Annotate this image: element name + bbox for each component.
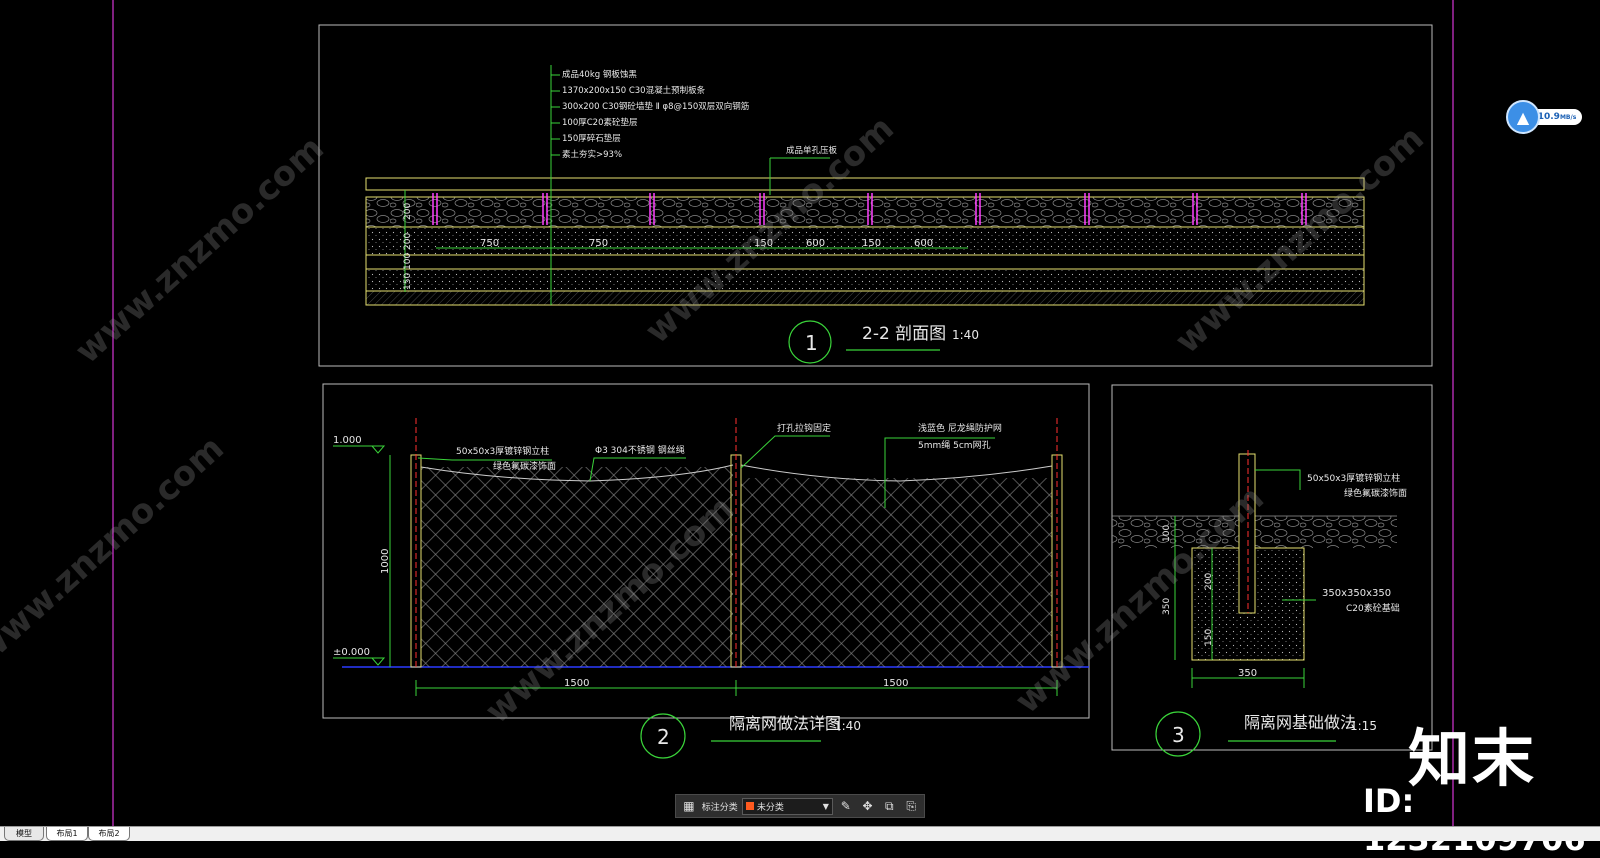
s3-found-note-1: 350x350x350 xyxy=(1322,588,1391,599)
s2-post-note-1: 50x50x3厚镀锌钢立柱 xyxy=(456,445,549,457)
s3-found-note-2: C20素砼基础 xyxy=(1346,602,1400,614)
s3-dim-v1: 100 xyxy=(1162,525,1172,542)
s2-post-note-2: 绿色氟碳漆饰面 xyxy=(493,460,556,472)
s2-net-note-1: 浅蓝色 尼龙绳防护网 xyxy=(918,422,1002,434)
s1-callout-3: 300x200 C30钢砼墙垫 Ⅱ φ8@150双层双向钢筋 xyxy=(562,101,749,112)
s2-level-top: 1.000 xyxy=(333,435,362,446)
s1-dim-v1: 200 xyxy=(403,203,413,220)
s1-title: 2-2 剖面图 xyxy=(862,324,946,344)
s2-span-1: 1500 xyxy=(564,678,589,689)
move-icon[interactable]: ✥ xyxy=(859,797,877,815)
section-1-detail: 成品40kg 钢板蚀黑 1370x200x150 C30混凝土预制板条 300x… xyxy=(318,24,1433,367)
s1-callout-2: 1370x200x150 C30混凝土预制板条 xyxy=(562,85,706,96)
s2-level-bottom: ±0.000 xyxy=(333,647,370,658)
cad-model-space[interactable]: 成品40kg 钢板蚀黑 1370x200x150 C30混凝土预制板条 300x… xyxy=(0,0,1600,858)
section-1-frame xyxy=(318,24,1433,367)
tab-layout-2[interactable]: 布局2 xyxy=(88,827,130,841)
section-2-detail: 1.000 ±0.000 1000 50x50x3厚镀锌钢立柱 绿色氟碳漆饰面 … xyxy=(322,383,1090,759)
s2-net-note-2: 5mm绳 5cm网孔 xyxy=(918,439,991,451)
copy-icon[interactable]: ⧉ xyxy=(880,797,898,815)
s1-dim-4: 600 xyxy=(806,238,825,249)
s2-scale: 1:40 xyxy=(834,719,861,733)
s3-post-note-1: 50x50x3厚镀锌钢立柱 xyxy=(1307,472,1400,484)
s2-height-dim: 1000 xyxy=(380,549,391,574)
s2-wire-note: Φ3 304不锈钢 钢丝绳 xyxy=(595,444,685,456)
s3-dim-v2: 200 xyxy=(1204,573,1214,590)
s2-number: 2 xyxy=(657,725,670,749)
s1-dim-2: 750 xyxy=(589,238,608,249)
s1-callout-1: 成品40kg 钢板蚀黑 xyxy=(562,69,637,80)
s3-number: 3 xyxy=(1172,723,1185,747)
rocket-icon: ▲ xyxy=(1506,100,1540,134)
s3-post-note-2: 绿色氟碳漆饰面 xyxy=(1344,487,1407,499)
paste-icon[interactable]: ⎘ xyxy=(902,797,920,815)
s1-dim-v3: 100 xyxy=(403,253,413,270)
s1-dim-6: 600 xyxy=(914,238,933,249)
tab-layout-1[interactable]: 布局1 xyxy=(46,827,88,841)
s1-scale: 1:40 xyxy=(952,328,979,342)
layout-tab-bar: 模型 布局1 布局2 xyxy=(0,826,1600,841)
s1-dim-5: 150 xyxy=(862,238,881,249)
grid-icon[interactable]: ▦ xyxy=(680,797,698,815)
cad-drawing: 成品40kg 钢板蚀黑 1370x200x150 C30混凝土预制板条 300x… xyxy=(112,0,1454,826)
s2-span-2: 1500 xyxy=(883,678,908,689)
edit-icon[interactable]: ✎ xyxy=(837,797,855,815)
chevron-down-icon: ▼ xyxy=(822,801,829,811)
resource-id: ID: 1232109706 xyxy=(1363,782,1586,858)
s3-title: 隔离网基础做法 xyxy=(1244,713,1356,732)
category-color-swatch xyxy=(745,802,754,810)
tab-model[interactable]: 模型 xyxy=(4,827,44,841)
category-select[interactable]: 未分类 ▼ xyxy=(741,797,833,815)
s1-dim-1: 750 xyxy=(480,238,499,249)
s1-dim-v2: 200 xyxy=(403,233,413,250)
s1-callout-5: 150厚碎石垫层 xyxy=(562,133,621,144)
s2-bolt-note: 打孔拉钩固定 xyxy=(777,422,831,434)
s3-dim-v4: 150 xyxy=(1204,629,1214,646)
network-speed-badge[interactable]: 10.9MB/s ▲ xyxy=(1506,100,1586,134)
s3-width-dim: 350 xyxy=(1238,668,1257,679)
s1-dim-v4: 150 xyxy=(403,273,413,290)
s1-number: 1 xyxy=(805,331,818,355)
toolbar-label: 标注分类 xyxy=(701,802,738,813)
s2-title: 隔离网做法详图 xyxy=(729,714,841,733)
s1-callout-6: 素土夯实>93% xyxy=(562,149,622,160)
s3-scale: 1:15 xyxy=(1350,719,1377,733)
category-select-value: 未分类 xyxy=(756,802,784,813)
s1-callout-4: 100厚C20素砼垫层 xyxy=(562,117,637,128)
annotation-toolbar: ▦ 标注分类 未分类 ▼ ✎ ✥ ⧉ ⎘ xyxy=(675,794,925,818)
